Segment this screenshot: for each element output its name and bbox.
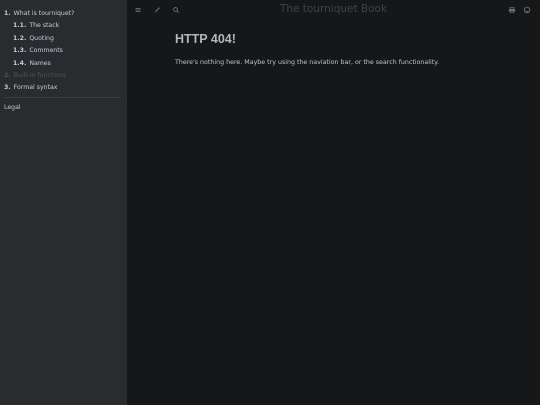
- sidebar-item-label: Legal: [4, 103, 21, 111]
- print-icon[interactable]: [507, 5, 517, 15]
- github-icon[interactable]: [522, 5, 532, 15]
- page-title: HTTP 404!: [175, 32, 236, 46]
- sidebar-item-number: 2.: [4, 71, 11, 79]
- main-content: HTTP 404! There's nothing here. Maybe tr…: [175, 30, 515, 68]
- sidebar-divider: [4, 96, 121, 98]
- sidebar-item-label: Quoting: [29, 34, 54, 42]
- menu-bar: The tourniquet Book: [127, 0, 540, 22]
- sidebar-item-built-in-functions: 2. Built-in functions: [0, 70, 127, 82]
- sidebar-item-what-is-tourniquet[interactable]: 1. What is tourniquet?: [0, 8, 127, 20]
- sidebar-item-label: Comments: [29, 47, 63, 55]
- sidebar-item-number: 3.: [4, 84, 11, 92]
- sidebar-item-quoting[interactable]: 1.2. Quoting: [0, 33, 127, 45]
- sidebar-item-label: Formal syntax: [13, 84, 58, 92]
- sidebar-item-formal-syntax[interactable]: 3. Formal syntax: [0, 82, 127, 94]
- sidebar-item-number: 1.: [4, 10, 11, 17]
- sidebar-item-legal[interactable]: Legal: [0, 102, 127, 114]
- sidebar: 1. What is tourniquet? 1.1. The stack 1.…: [0, 0, 127, 405]
- sidebar-item-comments[interactable]: 1.3. Comments: [0, 45, 127, 57]
- sidebar-item-label: The stack: [29, 22, 60, 30]
- sidebar-item-label: Names: [29, 59, 51, 67]
- sidebar-item-names[interactable]: 1.4. Names: [0, 58, 127, 70]
- sidebar-item-label: Built-in functions: [13, 71, 67, 79]
- sidebar-item-number: 1.2.: [13, 34, 27, 42]
- sidebar-item-number: 1.4.: [13, 59, 27, 67]
- sidebar-item-the-stack[interactable]: 1.1. The stack: [0, 20, 127, 32]
- error-message: There's nothing here. Maybe try using th…: [175, 59, 440, 66]
- sidebar-item-number: 1.1.: [13, 22, 27, 30]
- book-title: The tourniquet Book: [279, 3, 388, 15]
- sidebar-item-label: What is tourniquet?: [13, 10, 75, 17]
- sidebar-item-number: 1.3.: [13, 47, 27, 55]
